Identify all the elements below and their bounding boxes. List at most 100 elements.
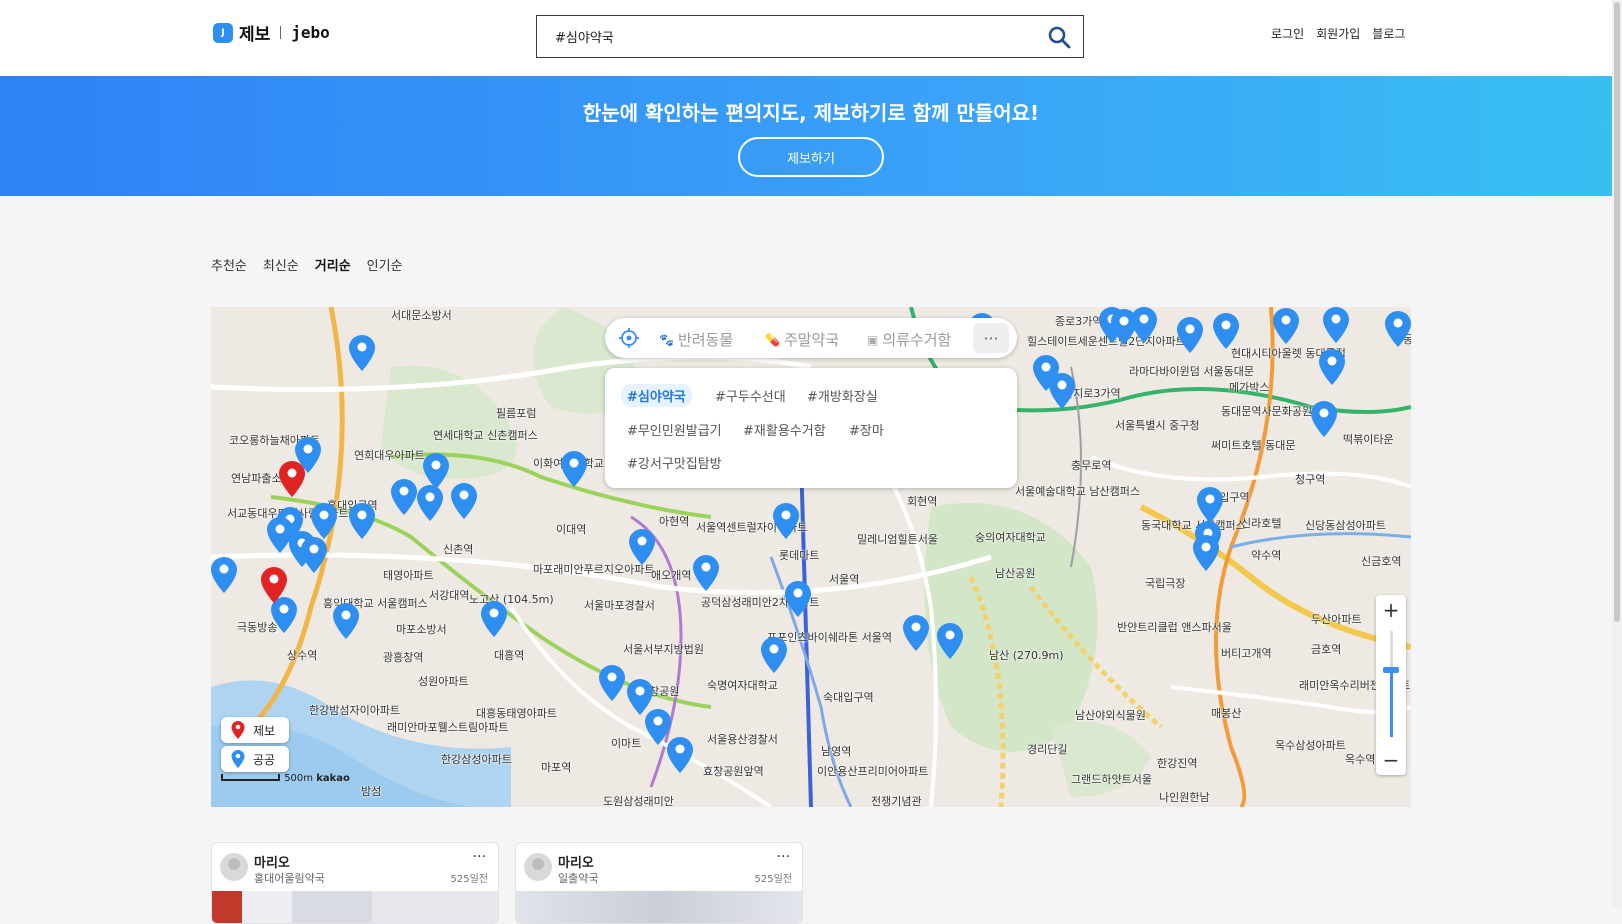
avatar [524, 853, 552, 881]
public-map-pin[interactable] [1273, 308, 1299, 344]
pill-icon: 💊 [765, 332, 780, 347]
public-map-pin[interactable] [481, 601, 507, 637]
map-label: 숭의여자대학교 [975, 531, 1046, 544]
more-icon[interactable]: ··· [777, 849, 790, 865]
map-label: 서울용산경찰서 [707, 733, 778, 746]
promo-banner: 한눈에 확인하는 편의지도, 제보하기로 함께 만들어요! 제보하기 [0, 76, 1622, 196]
map-label: 그랜드하얏트서울 [1071, 773, 1152, 786]
public-map-pin[interactable] [903, 615, 929, 651]
tag-chip[interactable]: #심야약국 [621, 384, 692, 407]
public-map-pin[interactable] [773, 503, 799, 539]
map-label: 서울예술대학교 남산캠퍼스 [1015, 485, 1140, 498]
public-map-pin[interactable] [693, 555, 719, 591]
category-weekend-pharmacy[interactable]: 💊 주말약국 [765, 329, 839, 350]
map-label: 두산아파트 [1311, 613, 1362, 626]
public-map-pin[interactable] [1311, 401, 1337, 437]
public-map-pin[interactable] [391, 479, 417, 515]
map-label: 서강대역 [429, 589, 470, 602]
public-map-pin[interactable] [333, 603, 359, 639]
map-label: 남산 (270.9m) [989, 649, 1064, 662]
public-map-pin[interactable] [1323, 307, 1349, 343]
map-label: 금호역 [1311, 643, 1342, 656]
public-map-pin[interactable] [211, 557, 237, 593]
category-pet[interactable]: 🐾 반려동물 [659, 329, 733, 350]
red-pin-icon [231, 721, 245, 739]
public-map-pin[interactable] [1193, 535, 1219, 571]
map-label: 연남파출소 [231, 472, 282, 485]
public-map-pin[interactable] [785, 581, 811, 617]
search-input[interactable] [553, 28, 1027, 45]
bin-icon: ▣ [867, 332, 879, 347]
map-label: 한강삼성아파트 [441, 753, 512, 766]
sort-tab-latest[interactable]: 최신순 [263, 255, 299, 274]
report-button[interactable]: 제보하기 [738, 137, 884, 177]
search-icon[interactable] [1047, 25, 1071, 49]
tag-chip[interactable]: #재활용수거함 [737, 418, 832, 441]
signup-link[interactable]: 회원가입 [1316, 25, 1360, 42]
public-map-pin[interactable] [349, 503, 375, 539]
sort-tab-recommended[interactable]: 추천순 [211, 255, 247, 274]
tag-chip[interactable]: #강서구맛집탐방 [621, 451, 728, 474]
report-map-pin[interactable] [279, 461, 305, 497]
public-map-pin[interactable] [1197, 487, 1223, 523]
minus-icon[interactable]: − [1376, 745, 1406, 775]
page-scrollbar[interactable] [1612, 0, 1622, 908]
tag-chip[interactable]: #구두수선대 [709, 384, 792, 407]
map-label: 종로3가역 [1055, 315, 1103, 328]
map-label: 아현역 [659, 515, 690, 528]
public-map-pin[interactable] [561, 451, 587, 487]
public-map-pin[interactable] [423, 453, 449, 489]
public-map-pin[interactable] [1177, 317, 1203, 353]
map-label: 남산공원 [995, 567, 1036, 580]
more-icon[interactable]: ··· [473, 849, 486, 865]
map-label: 연세대학교 신촌캠퍼스 [433, 429, 538, 442]
more-icon[interactable]: ··· [973, 323, 1009, 353]
public-map-pin[interactable] [301, 537, 327, 573]
login-link[interactable]: 로그인 [1271, 25, 1304, 42]
public-map-pin[interactable] [761, 637, 787, 673]
tag-chip[interactable]: #개방화장실 [801, 384, 884, 407]
public-map-pin[interactable] [1049, 373, 1075, 409]
public-map-pin[interactable] [1131, 307, 1157, 343]
public-map-pin[interactable] [451, 483, 477, 519]
tag-chip[interactable]: #무인민원발급기 [621, 418, 728, 441]
tag-chip[interactable]: #장마 [843, 418, 890, 441]
category-bar: 🐾 반려동물 💊 주말약국 ▣ 의류수거함 ··· [605, 318, 1017, 358]
public-map-pin[interactable] [417, 485, 443, 521]
public-map-pin[interactable] [937, 623, 963, 659]
map-label: 서울특별시 중구청 [1115, 419, 1200, 432]
sort-tab-distance[interactable]: 거리순 [315, 255, 351, 274]
category-pet-label: 반려동물 [677, 331, 734, 349]
post-card[interactable]: 마리오 홍대어울림약국 ··· 525일전 [211, 842, 499, 924]
banner-headline: 한눈에 확인하는 편의지도, 제보하기로 함께 만들어요! [582, 101, 1040, 125]
map-view[interactable]: 서대문소방서 연세대학교 신촌캠퍼스 필름포럼 이화여자대학교 신촌역 홍대입구… [211, 307, 1411, 807]
public-map-pin[interactable] [1213, 313, 1239, 349]
crosshair-icon[interactable] [619, 328, 639, 348]
scrollbar-thumb[interactable] [1614, 2, 1620, 622]
map-label: 매봉산 [1211, 707, 1242, 720]
public-map-pin[interactable] [599, 665, 625, 701]
map-label: 한강진역 [1157, 757, 1198, 770]
public-map-pin[interactable] [667, 737, 693, 773]
legend-report: 제보 [221, 717, 289, 743]
report-map-pin[interactable] [261, 567, 287, 603]
public-map-pin[interactable] [1319, 349, 1345, 385]
map-label: 동대문역사문화공원역 [1221, 405, 1323, 418]
public-map-pin[interactable] [629, 529, 655, 565]
zoom-slider-handle[interactable] [1383, 667, 1399, 673]
map-label: 서울마포경찰서 [584, 599, 655, 612]
blog-link[interactable]: 블로그 [1372, 25, 1405, 42]
category-clothing-bin[interactable]: ▣ 의류수거함 [867, 329, 951, 350]
public-map-pin[interactable] [1385, 311, 1411, 347]
map-label: 한강밤섬자이아파트 [309, 704, 401, 717]
map-label: 국립극장 [1145, 577, 1186, 590]
blue-pin-icon [231, 750, 245, 768]
map-label: 남산야외식물원 [1075, 709, 1146, 722]
map-label: 숙명여자대학교 [707, 679, 778, 692]
plus-icon[interactable]: + [1376, 595, 1406, 625]
logo[interactable]: J 제보 jebo [213, 20, 330, 45]
sort-tab-popular[interactable]: 인기순 [367, 255, 403, 274]
post-card[interactable]: 마리오 일출약국 ··· 525일전 [515, 842, 803, 924]
map-label: 광흥창역 [383, 651, 424, 664]
public-map-pin[interactable] [349, 335, 375, 371]
